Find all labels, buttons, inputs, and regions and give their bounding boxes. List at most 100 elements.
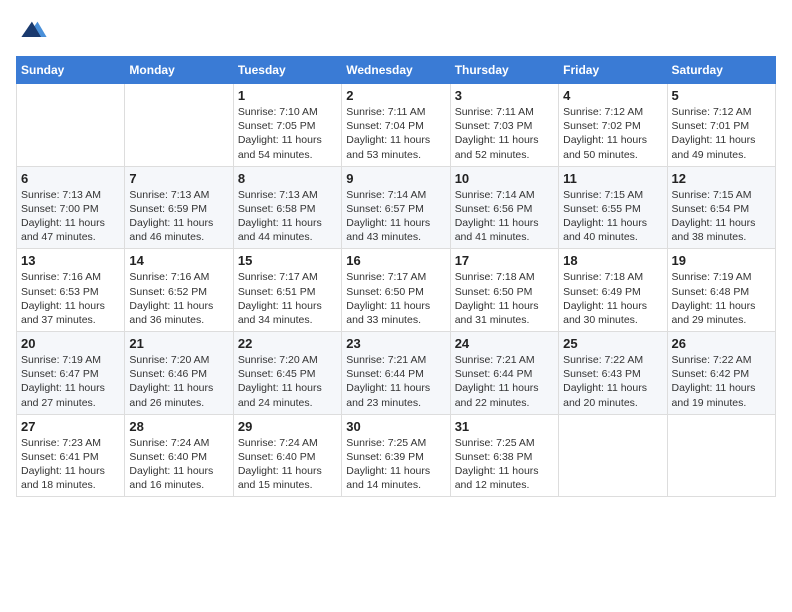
day-number: 18 bbox=[563, 253, 662, 268]
day-cell: 2Sunrise: 7:11 AM Sunset: 7:04 PM Daylig… bbox=[342, 84, 450, 167]
day-info: Sunrise: 7:12 AM Sunset: 7:01 PM Dayligh… bbox=[672, 105, 771, 162]
day-number: 30 bbox=[346, 419, 445, 434]
day-number: 29 bbox=[238, 419, 337, 434]
day-number: 23 bbox=[346, 336, 445, 351]
day-cell: 16Sunrise: 7:17 AM Sunset: 6:50 PM Dayli… bbox=[342, 249, 450, 332]
calendar-body: 1 Sunrise: 7:10 AM Sunset: 7:05 PM Daylig… bbox=[17, 84, 776, 497]
day-info: Sunrise: 7:19 AM Sunset: 6:47 PM Dayligh… bbox=[21, 353, 120, 410]
day-info: Sunrise: 7:20 AM Sunset: 6:45 PM Dayligh… bbox=[238, 353, 337, 410]
day-number: 20 bbox=[21, 336, 120, 351]
day-number: 21 bbox=[129, 336, 228, 351]
day-cell: 21 Sunrise: 7:20 AM Sunset: 6:46 PM Dayli… bbox=[125, 332, 233, 415]
day-cell: 22 Sunrise: 7:20 AM Sunset: 6:45 PM Dayli… bbox=[233, 332, 341, 415]
day-number: 12 bbox=[672, 171, 771, 186]
calendar-header: SundayMondayTuesdayWednesdayThursdayFrid… bbox=[17, 57, 776, 84]
page-header bbox=[16, 16, 776, 44]
day-number: 1 bbox=[238, 88, 337, 103]
day-number: 10 bbox=[455, 171, 554, 186]
day-cell: 31 Sunrise: 7:25 AM Sunset: 6:38 PM Dayli… bbox=[450, 414, 558, 497]
day-info: Sunrise: 7:13 AM Sunset: 6:59 PM Dayligh… bbox=[129, 188, 228, 245]
day-info: Sunrise: 7:25 AM Sunset: 6:38 PM Dayligh… bbox=[455, 436, 554, 493]
weekday-header-thursday: Thursday bbox=[450, 57, 558, 84]
weekday-header-saturday: Saturday bbox=[667, 57, 775, 84]
day-number: 25 bbox=[563, 336, 662, 351]
day-cell: 5 Sunrise: 7:12 AM Sunset: 7:01 PM Daylig… bbox=[667, 84, 775, 167]
day-number: 24 bbox=[455, 336, 554, 351]
day-info: Sunrise: 7:19 AM Sunset: 6:48 PM Dayligh… bbox=[672, 270, 771, 327]
day-info: Sunrise: 7:24 AM Sunset: 6:40 PM Dayligh… bbox=[238, 436, 337, 493]
day-cell: 12 Sunrise: 7:15 AM Sunset: 6:54 PM Dayli… bbox=[667, 166, 775, 249]
day-number: 7 bbox=[129, 171, 228, 186]
day-cell: 28Sunrise: 7:24 AM Sunset: 6:40 PM Dayli… bbox=[125, 414, 233, 497]
day-cell: 15Sunrise: 7:17 AM Sunset: 6:51 PM Dayli… bbox=[233, 249, 341, 332]
day-cell: 14 Sunrise: 7:16 AM Sunset: 6:52 PM Dayli… bbox=[125, 249, 233, 332]
weekday-header-tuesday: Tuesday bbox=[233, 57, 341, 84]
week-row-1: 1 Sunrise: 7:10 AM Sunset: 7:05 PM Daylig… bbox=[17, 84, 776, 167]
day-info: Sunrise: 7:14 AM Sunset: 6:57 PM Dayligh… bbox=[346, 188, 445, 245]
day-number: 3 bbox=[455, 88, 554, 103]
day-cell: 26Sunrise: 7:22 AM Sunset: 6:42 PM Dayli… bbox=[667, 332, 775, 415]
day-cell: 17 Sunrise: 7:18 AM Sunset: 6:50 PM Dayli… bbox=[450, 249, 558, 332]
day-info: Sunrise: 7:18 AM Sunset: 6:50 PM Dayligh… bbox=[455, 270, 554, 327]
day-cell: 19 Sunrise: 7:19 AM Sunset: 6:48 PM Dayli… bbox=[667, 249, 775, 332]
weekday-header-wednesday: Wednesday bbox=[342, 57, 450, 84]
day-number: 14 bbox=[129, 253, 228, 268]
day-cell bbox=[559, 414, 667, 497]
day-cell bbox=[667, 414, 775, 497]
day-number: 15 bbox=[238, 253, 337, 268]
day-cell: 4 Sunrise: 7:12 AM Sunset: 7:02 PM Daylig… bbox=[559, 84, 667, 167]
day-cell: 1 Sunrise: 7:10 AM Sunset: 7:05 PM Daylig… bbox=[233, 84, 341, 167]
day-number: 17 bbox=[455, 253, 554, 268]
logo bbox=[16, 16, 48, 44]
day-cell: 6 Sunrise: 7:13 AM Sunset: 7:00 PM Daylig… bbox=[17, 166, 125, 249]
day-info: Sunrise: 7:16 AM Sunset: 6:53 PM Dayligh… bbox=[21, 270, 120, 327]
weekday-header-friday: Friday bbox=[559, 57, 667, 84]
day-cell: 11Sunrise: 7:15 AM Sunset: 6:55 PM Dayli… bbox=[559, 166, 667, 249]
day-cell: 9 Sunrise: 7:14 AM Sunset: 6:57 PM Daylig… bbox=[342, 166, 450, 249]
day-cell: 3 Sunrise: 7:11 AM Sunset: 7:03 PM Daylig… bbox=[450, 84, 558, 167]
day-cell bbox=[17, 84, 125, 167]
day-number: 19 bbox=[672, 253, 771, 268]
day-cell: 25 Sunrise: 7:22 AM Sunset: 6:43 PM Dayli… bbox=[559, 332, 667, 415]
day-cell: 30 Sunrise: 7:25 AM Sunset: 6:39 PM Dayli… bbox=[342, 414, 450, 497]
day-number: 16 bbox=[346, 253, 445, 268]
day-cell: 10 Sunrise: 7:14 AM Sunset: 6:56 PM Dayli… bbox=[450, 166, 558, 249]
logo-icon bbox=[20, 16, 48, 44]
day-number: 9 bbox=[346, 171, 445, 186]
day-number: 27 bbox=[21, 419, 120, 434]
day-cell: 20 Sunrise: 7:19 AM Sunset: 6:47 PM Dayli… bbox=[17, 332, 125, 415]
day-cell: 27 Sunrise: 7:23 AM Sunset: 6:41 PM Dayli… bbox=[17, 414, 125, 497]
day-cell: 23 Sunrise: 7:21 AM Sunset: 6:44 PM Dayli… bbox=[342, 332, 450, 415]
day-cell: 29 Sunrise: 7:24 AM Sunset: 6:40 PM Dayli… bbox=[233, 414, 341, 497]
day-number: 31 bbox=[455, 419, 554, 434]
day-info: Sunrise: 7:14 AM Sunset: 6:56 PM Dayligh… bbox=[455, 188, 554, 245]
day-number: 4 bbox=[563, 88, 662, 103]
day-info: Sunrise: 7:11 AM Sunset: 7:03 PM Dayligh… bbox=[455, 105, 554, 162]
day-cell: 8 Sunrise: 7:13 AM Sunset: 6:58 PM Daylig… bbox=[233, 166, 341, 249]
day-info: Sunrise: 7:18 AM Sunset: 6:49 PM Dayligh… bbox=[563, 270, 662, 327]
day-info: Sunrise: 7:15 AM Sunset: 6:54 PM Dayligh… bbox=[672, 188, 771, 245]
calendar-table: SundayMondayTuesdayWednesdayThursdayFrid… bbox=[16, 56, 776, 497]
day-info: Sunrise: 7:20 AM Sunset: 6:46 PM Dayligh… bbox=[129, 353, 228, 410]
day-info: Sunrise: 7:13 AM Sunset: 7:00 PM Dayligh… bbox=[21, 188, 120, 245]
day-number: 11 bbox=[563, 171, 662, 186]
day-cell: 18 Sunrise: 7:18 AM Sunset: 6:49 PM Dayli… bbox=[559, 249, 667, 332]
day-number: 5 bbox=[672, 88, 771, 103]
day-info: Sunrise: 7:22 AM Sunset: 6:42 PM Dayligh… bbox=[672, 353, 771, 410]
day-info: Sunrise: 7:22 AM Sunset: 6:43 PM Dayligh… bbox=[563, 353, 662, 410]
day-info: Sunrise: 7:12 AM Sunset: 7:02 PM Dayligh… bbox=[563, 105, 662, 162]
day-number: 13 bbox=[21, 253, 120, 268]
day-info: Sunrise: 7:10 AM Sunset: 7:05 PM Dayligh… bbox=[238, 105, 337, 162]
day-number: 22 bbox=[238, 336, 337, 351]
day-number: 8 bbox=[238, 171, 337, 186]
day-info: Sunrise: 7:13 AM Sunset: 6:58 PM Dayligh… bbox=[238, 188, 337, 245]
day-info: Sunrise: 7:23 AM Sunset: 6:41 PM Dayligh… bbox=[21, 436, 120, 493]
weekday-header-monday: Monday bbox=[125, 57, 233, 84]
day-info: Sunrise: 7:21 AM Sunset: 6:44 PM Dayligh… bbox=[346, 353, 445, 410]
day-info: Sunrise: 7:25 AM Sunset: 6:39 PM Dayligh… bbox=[346, 436, 445, 493]
day-cell bbox=[125, 84, 233, 167]
week-row-3: 13 Sunrise: 7:16 AM Sunset: 6:53 PM Dayli… bbox=[17, 249, 776, 332]
day-number: 6 bbox=[21, 171, 120, 186]
day-info: Sunrise: 7:16 AM Sunset: 6:52 PM Dayligh… bbox=[129, 270, 228, 327]
weekday-row: SundayMondayTuesdayWednesdayThursdayFrid… bbox=[17, 57, 776, 84]
